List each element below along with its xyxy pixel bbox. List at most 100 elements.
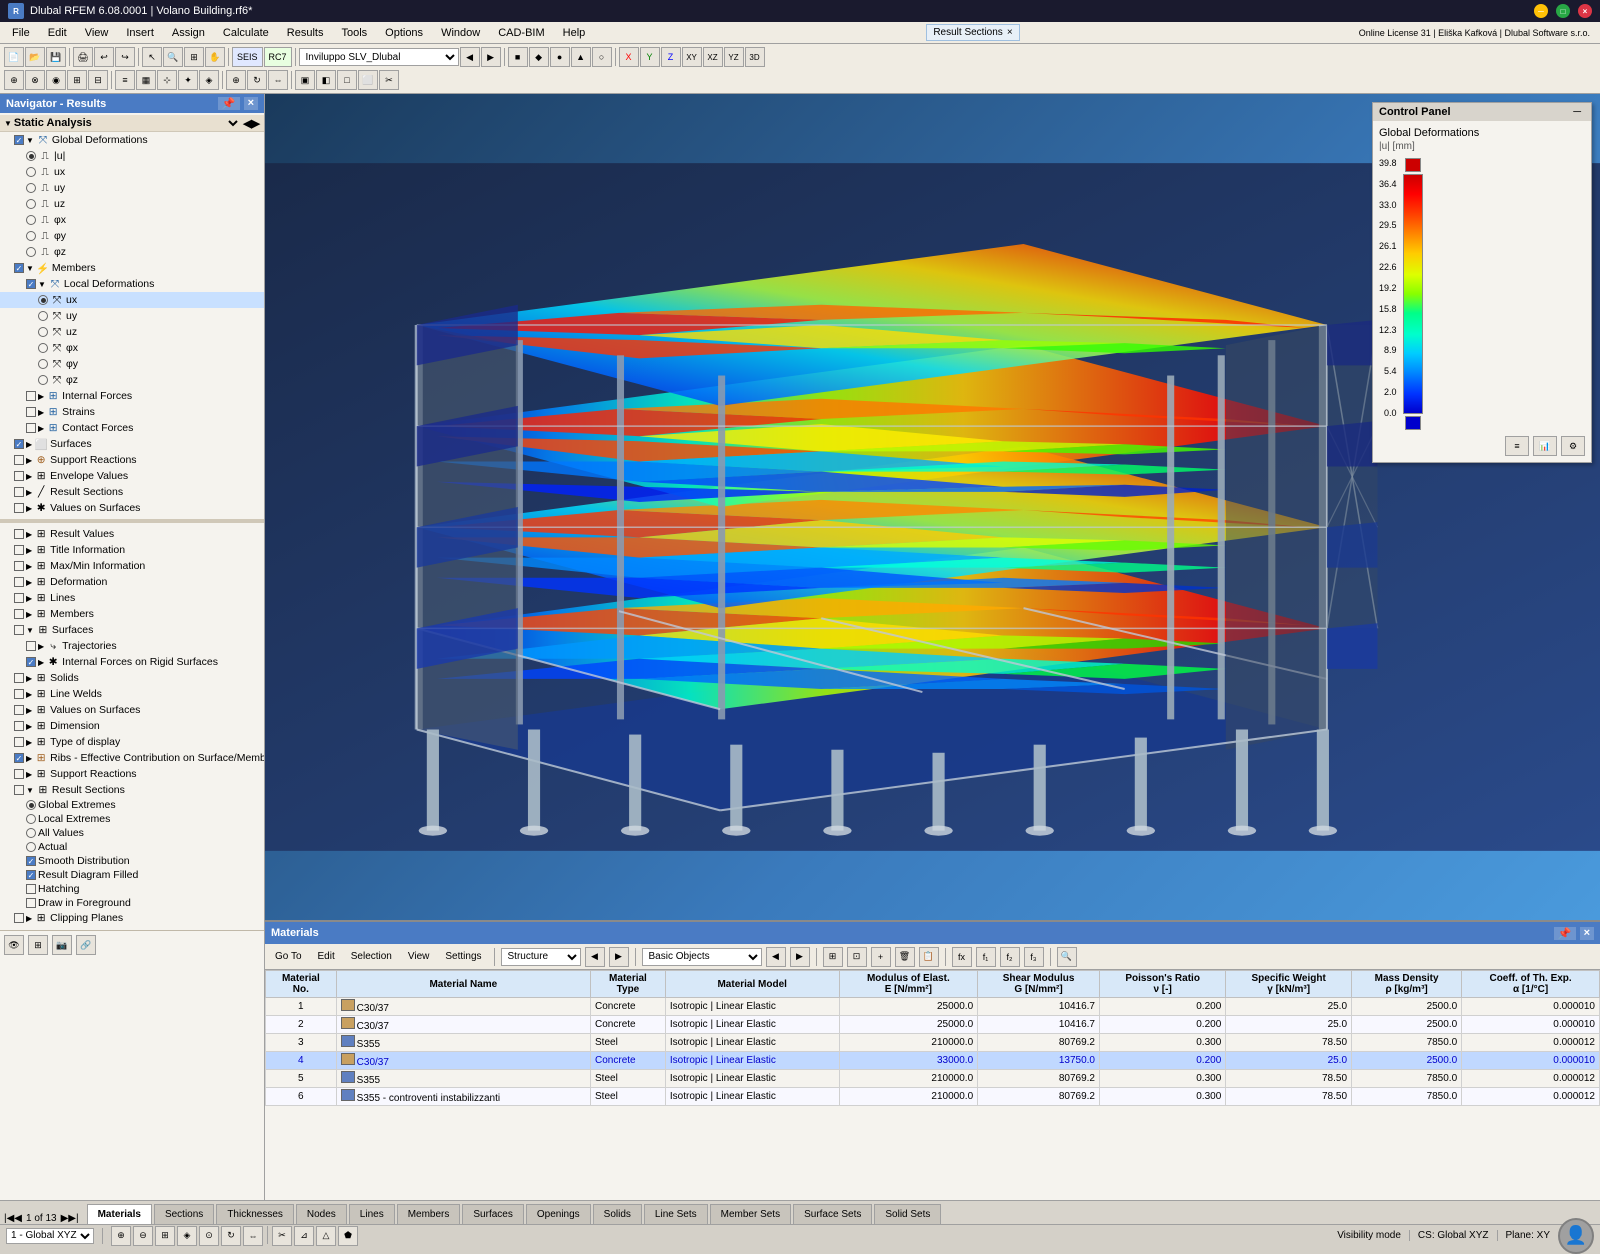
nav-radio-phix2[interactable]: [38, 343, 48, 353]
nav-item-ux2[interactable]: ⤧ ux: [0, 292, 264, 308]
nav-check-dimension[interactable]: [14, 721, 24, 731]
menu-cad-bim[interactable]: CAD-BIM: [490, 25, 552, 41]
nav-radio-uz2[interactable]: [38, 327, 48, 337]
nav-check-smooth[interactable]: ✓: [26, 856, 36, 866]
bottom-panel-pin[interactable]: 📌: [1554, 927, 1576, 940]
menu-options[interactable]: Options: [377, 25, 431, 41]
nav-item-global-deformations[interactable]: ✓ ▼ ⤧ Global Deformations: [0, 132, 264, 148]
nav-check-clipping[interactable]: [14, 913, 24, 923]
nav-check-support[interactable]: [14, 455, 24, 465]
tab-thicknesses[interactable]: Thicknesses: [216, 1204, 294, 1224]
bt-copy[interactable]: 📋: [919, 947, 939, 967]
nav-check-solids[interactable]: [14, 673, 24, 683]
tb-save[interactable]: 💾: [46, 47, 66, 67]
tb-zoom[interactable]: 🔍: [163, 47, 183, 67]
nav-item-actual[interactable]: Actual: [0, 840, 264, 854]
nav-item-members2[interactable]: ▶ ⊞ Members: [0, 606, 264, 622]
tb-xyz-xz[interactable]: XZ: [703, 47, 723, 67]
scale-bottom-selector[interactable]: [1405, 416, 1421, 430]
nav-item-smooth[interactable]: ✓ Smooth Distribution: [0, 854, 264, 868]
cp-btn-table[interactable]: ≡: [1505, 436, 1529, 456]
tab-line-sets[interactable]: Line Sets: [644, 1204, 708, 1224]
nav-bottom-filter[interactable]: ⊞: [28, 935, 48, 955]
bottom-panel-close[interactable]: ×: [1580, 927, 1594, 940]
nav-item-all-values[interactable]: All Values: [0, 826, 264, 840]
st-btn3[interactable]: ⊞: [155, 1226, 175, 1246]
nav-item-global-extremes[interactable]: Global Extremes: [0, 798, 264, 812]
bt-select-all[interactable]: ⊡: [847, 947, 867, 967]
st-btn10[interactable]: △: [316, 1226, 336, 1246]
tab-nodes[interactable]: Nodes: [296, 1204, 347, 1224]
tab-sections[interactable]: Sections: [154, 1204, 214, 1224]
tb-xyz-yz[interactable]: YZ: [724, 47, 744, 67]
tab-members[interactable]: Members: [397, 1204, 461, 1224]
nav-item-clipping-planes[interactable]: ▶ ⊞ Clipping Planes: [0, 910, 264, 926]
tb-redo[interactable]: ↪: [115, 47, 135, 67]
bt-view[interactable]: View: [402, 950, 436, 963]
bt-next[interactable]: ▶: [609, 947, 629, 967]
nav-item-support-reactions2[interactable]: ▶ ⊞ Support Reactions: [0, 766, 264, 782]
nav-item-values-surfaces2[interactable]: ▶ ⊞ Values on Surfaces: [0, 702, 264, 718]
tb2-render[interactable]: ▣: [295, 70, 315, 90]
menu-window[interactable]: Window: [433, 25, 488, 41]
nav-item-uz[interactable]: ⎍ uz: [0, 196, 264, 212]
bt-selection[interactable]: Selection: [345, 950, 398, 963]
nav-right-btn[interactable]: ▶: [252, 117, 260, 130]
tb2-btn2[interactable]: ⊗: [25, 70, 45, 90]
nav-check-internal-forces[interactable]: [26, 391, 36, 401]
tb2-wire[interactable]: □: [337, 70, 357, 90]
st-btn6[interactable]: ↻: [221, 1226, 241, 1246]
status-combo-xyz[interactable]: 1 - Global XYZ: [6, 1228, 94, 1244]
bt-combo-structure[interactable]: Structure: [501, 948, 581, 966]
tb-undo[interactable]: ↩: [94, 47, 114, 67]
nav-radio-uy[interactable]: [26, 183, 36, 193]
tb-pan[interactable]: ✋: [205, 47, 225, 67]
nav-item-phix2[interactable]: ⤧ φx: [0, 340, 264, 356]
nav-item-uy2[interactable]: ⤧ uy: [0, 308, 264, 324]
menu-insert[interactable]: Insert: [118, 25, 162, 41]
nav-item-dimension[interactable]: ▶ ⊞ Dimension: [0, 718, 264, 734]
nav-item-phiz[interactable]: ⎍ φz: [0, 244, 264, 260]
nav-item-phiy[interactable]: ⎍ φy: [0, 228, 264, 244]
tab-surface-sets[interactable]: Surface Sets: [793, 1204, 872, 1224]
result-sections-tab-close[interactable]: ×: [1007, 27, 1013, 38]
tb-right[interactable]: ▶: [481, 47, 501, 67]
tb-left[interactable]: ◀: [460, 47, 480, 67]
nav-item-line-welds[interactable]: ▶ ⊞ Line Welds: [0, 686, 264, 702]
tb2-move[interactable]: ⊕: [226, 70, 246, 90]
menu-edit[interactable]: Edit: [40, 25, 75, 41]
nav-radio-uz[interactable]: [26, 199, 36, 209]
tab-member-sets[interactable]: Member Sets: [710, 1204, 791, 1224]
tab-first[interactable]: |◀: [4, 1213, 14, 1224]
nav-check-internal-rigid[interactable]: ✓: [26, 657, 36, 667]
nav-item-iu[interactable]: ⎍ |u|: [0, 148, 264, 164]
nav-item-hatching[interactable]: Hatching: [0, 882, 264, 896]
nav-item-phiz2[interactable]: ⤧ φz: [0, 372, 264, 388]
bt-func1[interactable]: fx: [952, 947, 972, 967]
nav-item-phix[interactable]: ⎍ φx: [0, 212, 264, 228]
tb2-btn7[interactable]: ▦: [136, 70, 156, 90]
nav-item-result-values[interactable]: ▶ ⊞ Result Values: [0, 526, 264, 542]
nav-check-trajectories[interactable]: [26, 641, 36, 651]
nav-item-contact-forces[interactable]: ▶ ⊞ Contact Forces: [0, 420, 264, 436]
tab-last[interactable]: ▶|: [68, 1213, 78, 1224]
nav-item-result-sections2[interactable]: ▼ ⊞ Result Sections: [0, 782, 264, 798]
nav-item-draw-foreground[interactable]: Draw in Foreground: [0, 896, 264, 910]
nav-item-surfaces[interactable]: ✓ ▶ ⬜ Surfaces: [0, 436, 264, 452]
menu-view[interactable]: View: [77, 25, 117, 41]
nav-radio-ux[interactable]: [26, 167, 36, 177]
nav-item-envelope[interactable]: ▶ ⊞ Envelope Values: [0, 468, 264, 484]
nav-check-result-values[interactable]: [14, 529, 24, 539]
menu-calculate[interactable]: Calculate: [215, 25, 277, 41]
bt-goto[interactable]: Go To: [269, 950, 308, 963]
nav-pin[interactable]: 📌: [218, 97, 240, 110]
menu-assign[interactable]: Assign: [164, 25, 213, 41]
tab-next-btn[interactable]: ▶: [61, 1213, 69, 1224]
tab-openings[interactable]: Openings: [526, 1204, 591, 1224]
nav-close[interactable]: ×: [244, 97, 258, 110]
menu-file[interactable]: File: [4, 25, 38, 41]
nav-check-result-diagram[interactable]: ✓: [26, 870, 36, 880]
st-btn8[interactable]: ✂: [272, 1226, 292, 1246]
nav-item-local-extremes[interactable]: Local Extremes: [0, 812, 264, 826]
maximize-button[interactable]: □: [1556, 4, 1570, 18]
